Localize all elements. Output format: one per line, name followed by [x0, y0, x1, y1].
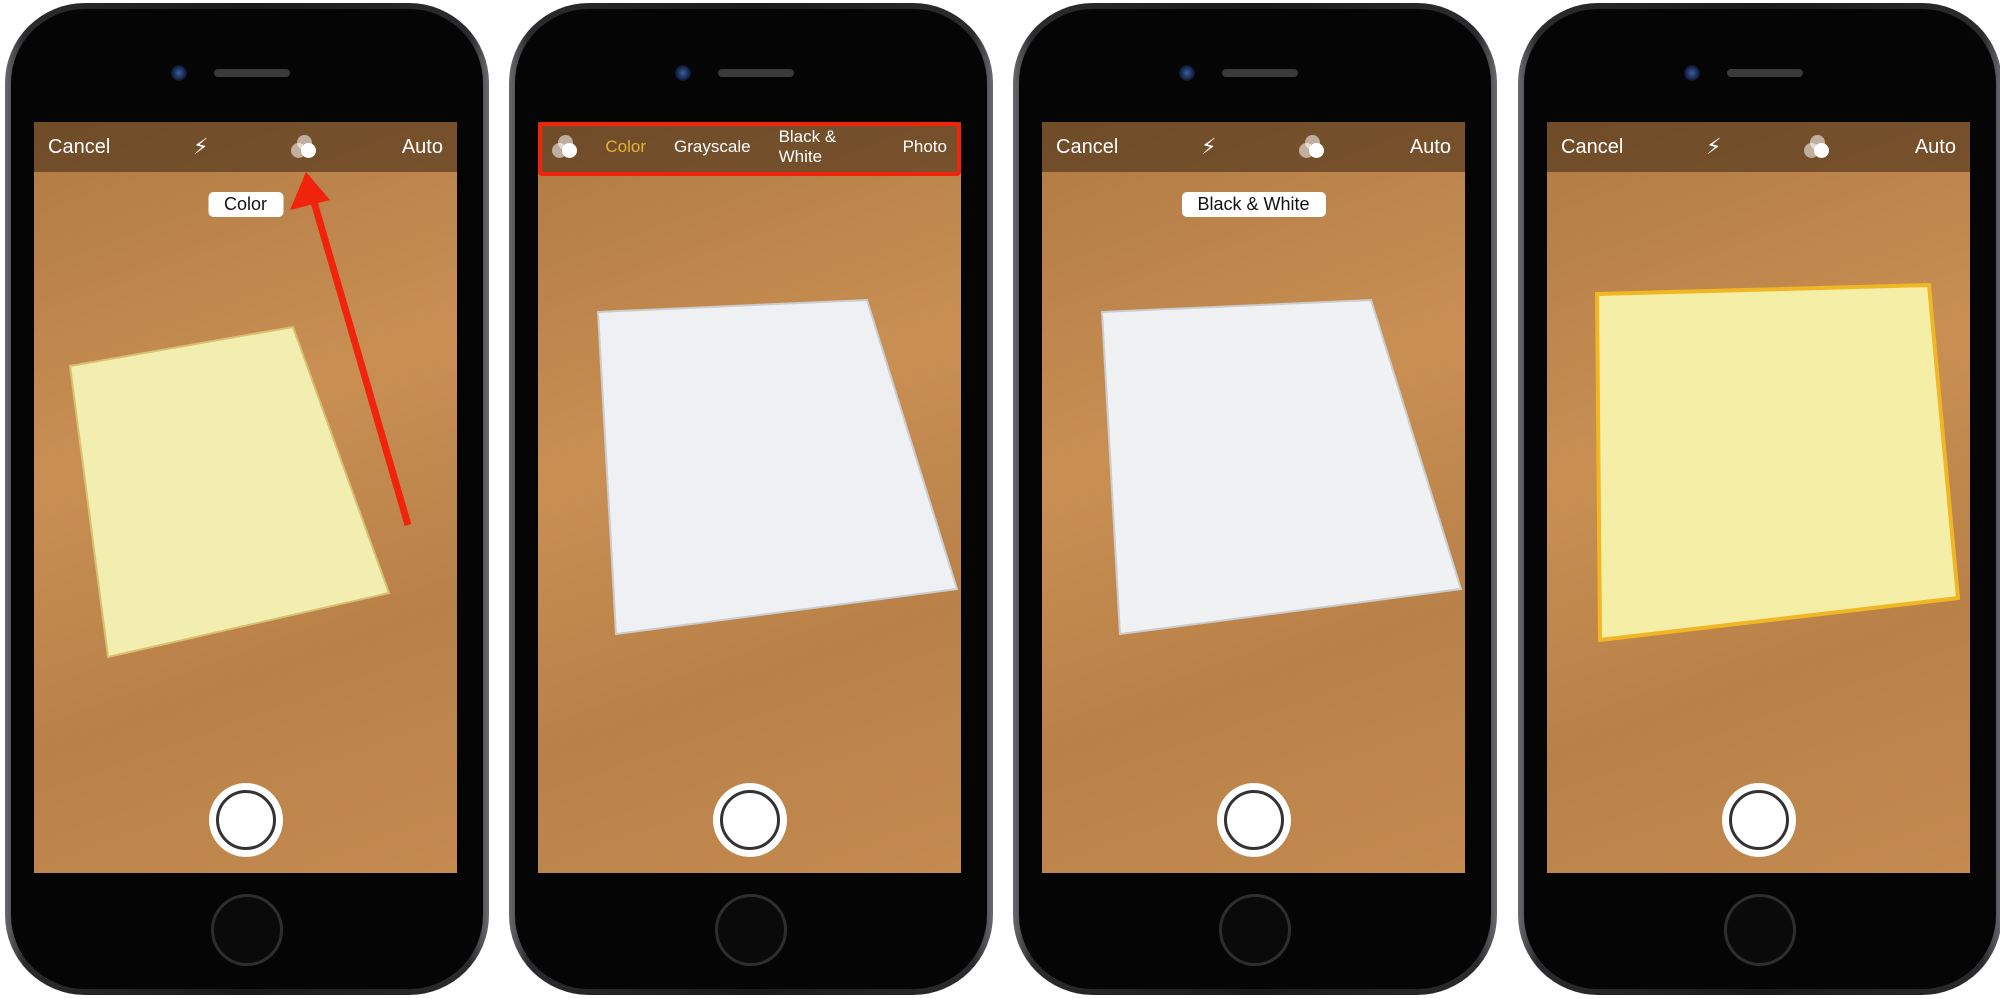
shutter-button[interactable]: [712, 783, 787, 857]
speaker-grille: [1727, 69, 1803, 77]
mode-pill: Black & White: [1181, 192, 1326, 217]
front-camera-icon: [1684, 65, 1700, 81]
phone-4: Cancel ⚡︎ Auto: [1518, 3, 2000, 995]
filter-option-black-white[interactable]: Black & White: [779, 127, 875, 167]
shutter-button[interactable]: [1216, 783, 1291, 857]
shutter-button[interactable]: [1721, 783, 1796, 857]
auto-button[interactable]: Auto: [1915, 136, 1956, 159]
filter-option-color[interactable]: Color: [605, 137, 646, 157]
filter-icon[interactable]: [1804, 135, 1832, 159]
filter-icon[interactable]: [1299, 135, 1327, 159]
filter-option-photo[interactable]: Photo: [903, 137, 947, 157]
cancel-button[interactable]: Cancel: [1561, 136, 1623, 159]
phone-3: Cancel ⚡︎ Auto Black & White: [1013, 3, 1497, 995]
filter-icon[interactable]: [552, 135, 577, 159]
home-button[interactable]: [715, 894, 787, 966]
front-camera-icon: [1179, 65, 1195, 81]
camera-viewfinder: Cancel ⚡︎ Auto Black & White: [1042, 122, 1465, 873]
top-bar: Cancel ⚡︎ Auto: [1547, 122, 1970, 172]
flash-icon[interactable]: ⚡︎: [1201, 134, 1216, 160]
filter-bar: Color Grayscale Black & White Photo: [538, 122, 961, 172]
home-button[interactable]: [1219, 894, 1291, 966]
phone-2: Color Grayscale Black & White Photo: [509, 3, 993, 995]
auto-button[interactable]: Auto: [1410, 136, 1451, 159]
camera-viewfinder: Cancel ⚡︎ Auto: [1547, 122, 1970, 873]
document-paper: [1594, 282, 1961, 643]
speaker-grille: [1222, 69, 1298, 77]
filter-option-grayscale[interactable]: Grayscale: [674, 137, 751, 157]
document-paper: [596, 298, 959, 636]
speaker-grille: [718, 69, 794, 77]
top-bar: Cancel ⚡︎ Auto: [1042, 122, 1465, 172]
front-camera-icon: [675, 65, 691, 81]
flash-icon[interactable]: ⚡︎: [1706, 134, 1721, 160]
cancel-button[interactable]: Cancel: [1056, 136, 1118, 159]
home-button[interactable]: [1724, 894, 1796, 966]
document-paper: [1100, 298, 1463, 636]
camera-viewfinder: Color Grayscale Black & White Photo: [538, 122, 961, 873]
